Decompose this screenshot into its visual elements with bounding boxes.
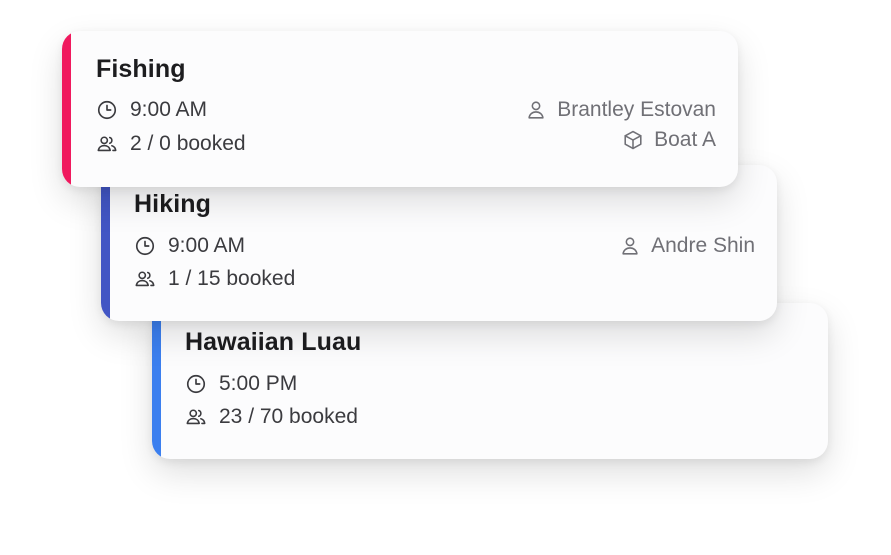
activity-card-fishing[interactable]: Fishing 9:00 AM 2 / 0 booked Brantley Es… [62, 31, 738, 187]
time-label: 9:00 AM [168, 234, 246, 257]
activity-card-hawaiian-luau[interactable]: Hawaiian Luau 5:00 PM 23 / 70 booked [152, 303, 828, 459]
activity-booked: 23 / 70 booked [185, 405, 358, 429]
clock-icon [134, 235, 156, 257]
activity-time: 9:00 AM [134, 234, 245, 258]
people-icon [96, 133, 118, 155]
box-icon [622, 129, 644, 151]
resource-name: Boat A [654, 128, 716, 151]
guide-name: Brantley Estovan [557, 98, 716, 121]
activity-title: Fishing [96, 55, 186, 83]
activity-card-hiking[interactable]: Hiking 9:00 AM 1 / 15 booked Andre Shin [101, 165, 777, 321]
activity-resource: Boat A [622, 128, 716, 152]
person-icon [525, 99, 547, 121]
card-accent-bar [62, 31, 71, 187]
time-label: 9:00 AM [130, 98, 208, 121]
activity-guide: Brantley Estovan [525, 98, 716, 122]
person-icon [619, 235, 641, 257]
booked-label: 1 / 15 booked [168, 267, 296, 290]
activity-time: 5:00 PM [185, 372, 297, 396]
card-accent-bar [101, 165, 110, 321]
people-icon [185, 406, 207, 428]
activity-guide: Andre Shin [619, 234, 755, 258]
booked-label: 23 / 70 booked [219, 405, 358, 428]
time-label: 5:00 PM [219, 372, 298, 395]
activity-booked: 1 / 15 booked [134, 267, 295, 291]
activity-title: Hawaiian Luau [185, 328, 362, 356]
activity-title: Hiking [134, 190, 211, 218]
activity-time: 9:00 AM [96, 98, 207, 122]
activity-booked: 2 / 0 booked [96, 132, 246, 156]
activity-stack: Hawaiian Luau 5:00 PM 23 / 70 booked Hik… [0, 0, 891, 555]
card-accent-bar [152, 303, 161, 459]
guide-name: Andre Shin [651, 234, 755, 257]
clock-icon [185, 373, 207, 395]
clock-icon [96, 99, 118, 121]
people-icon [134, 268, 156, 290]
booked-label: 2 / 0 booked [130, 132, 246, 155]
